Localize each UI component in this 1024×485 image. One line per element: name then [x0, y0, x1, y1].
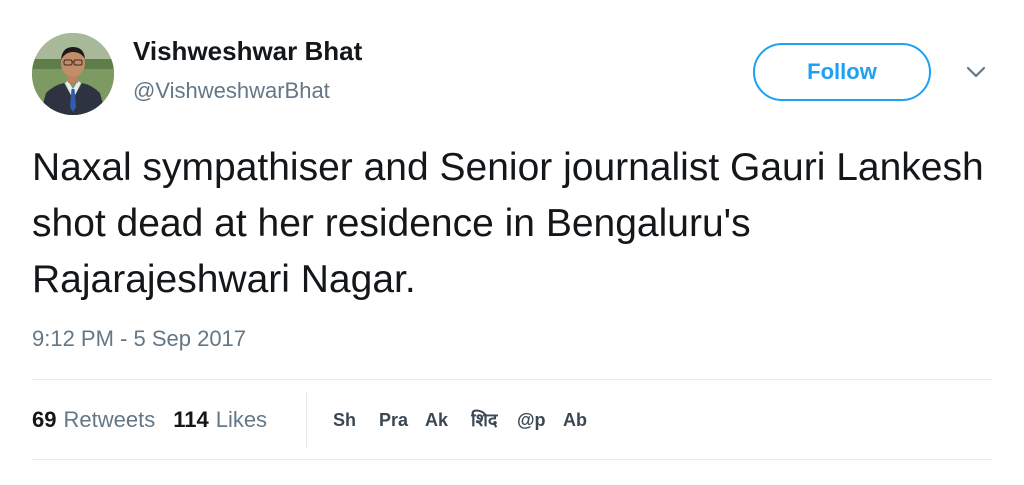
divider [32, 459, 992, 460]
stats-separator [306, 392, 307, 448]
likes-stat[interactable]: 114 Likes [173, 407, 267, 433]
follow-button[interactable]: Follow [753, 43, 931, 101]
retweet-count: 69 [32, 406, 57, 432]
liker-avatar[interactable]: Ak [425, 408, 455, 432]
tweet-stats: 69 Retweets 114 Likes [32, 380, 267, 459]
display-name[interactable]: Vishweshwar Bhat [133, 36, 362, 67]
user-handle[interactable]: @VishweshwarBhat [133, 78, 330, 104]
like-count: 114 [173, 406, 209, 432]
avatar[interactable] [32, 33, 114, 115]
liker-avatar[interactable]: @p [517, 408, 547, 432]
liker-avatar[interactable]: Sh [333, 408, 363, 432]
like-label: Likes [215, 406, 268, 432]
liker-avatar[interactable]: शिद [471, 408, 501, 432]
liker-avatar[interactable]: Pra [379, 408, 409, 432]
tweet-card: Vishweshwar Bhat @VishweshwarBhat Follow… [0, 0, 1024, 485]
retweets-stat[interactable]: 69 Retweets [32, 407, 155, 433]
retweet-label: Retweets [63, 406, 156, 432]
avatar-photo [32, 33, 114, 115]
likers-list: Sh Pra Ak शिद @p Ab [333, 380, 609, 459]
chevron-down-icon[interactable] [964, 62, 988, 82]
tweet-text: Naxal sympathiser and Senior journalist … [32, 146, 984, 301]
tweet-timestamp[interactable]: 9:12 PM - 5 Sep 2017 [32, 326, 246, 352]
liker-avatar[interactable]: Ab [563, 408, 593, 432]
